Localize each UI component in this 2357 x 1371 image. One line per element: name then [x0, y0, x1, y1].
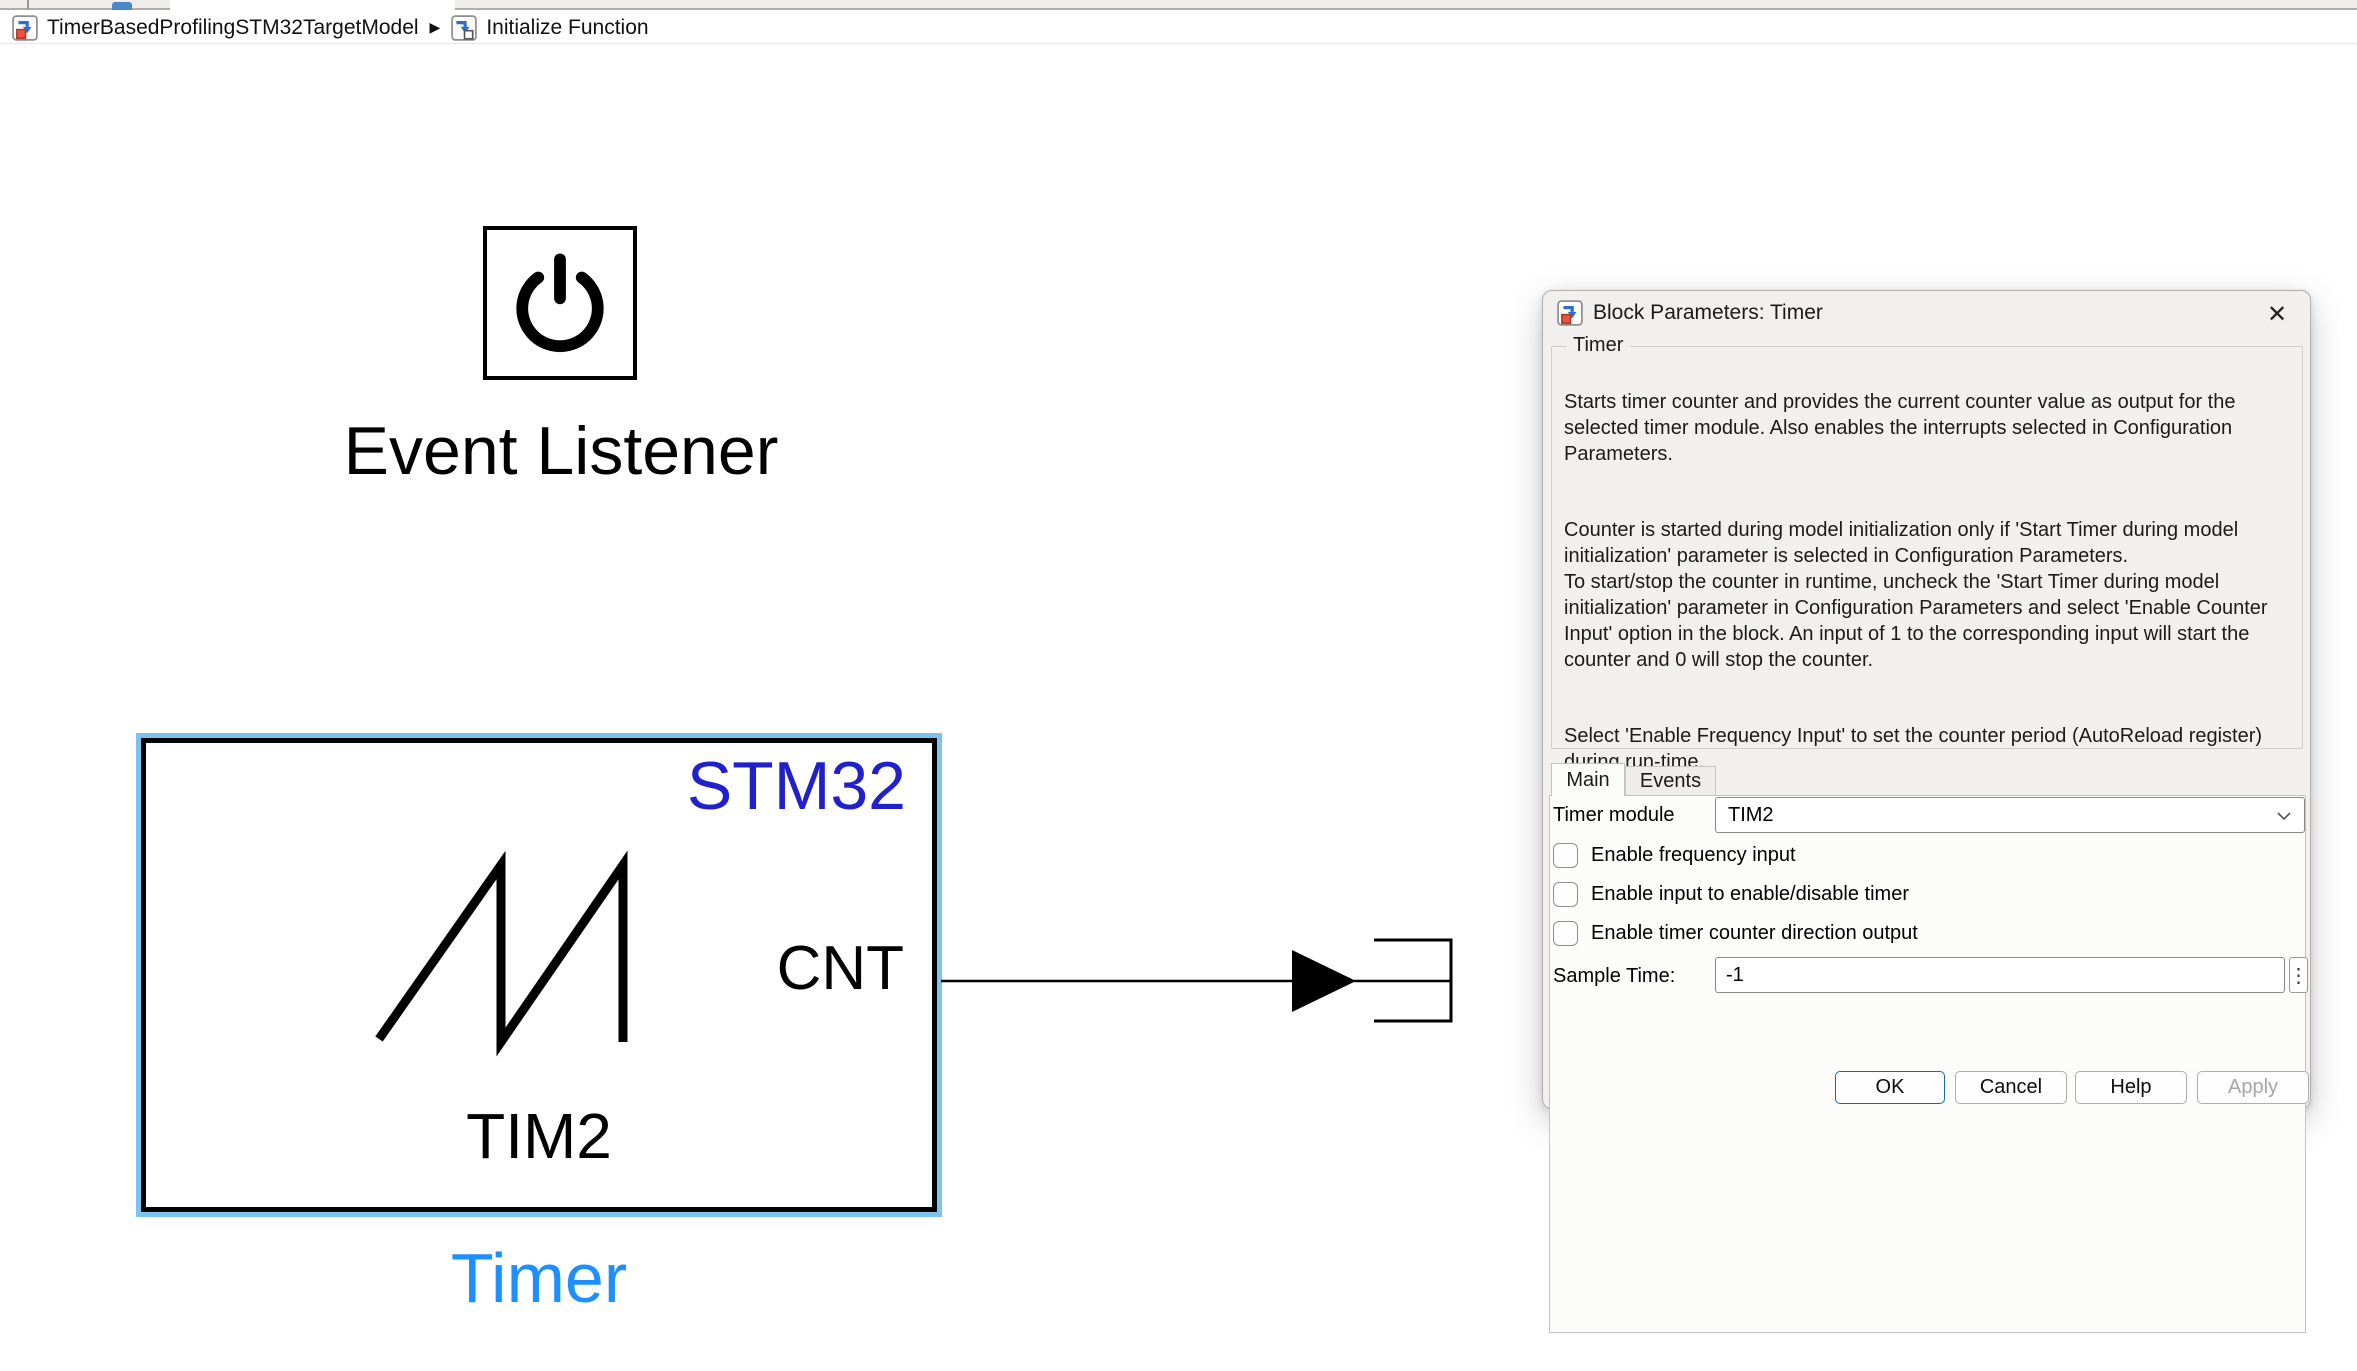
- event-listener-block[interactable]: [483, 226, 637, 380]
- toolbar-strip: [0, 0, 2357, 10]
- timer-block-caption[interactable]: Timer: [239, 1238, 839, 1318]
- power-icon: [501, 244, 619, 362]
- toolbar-divider: [27, 0, 29, 10]
- enable-input-enable-disable-label: Enable input to enable/disable timer: [1591, 883, 1909, 906]
- breadcrumb-item-model[interactable]: TimerBasedProfilingSTM32TargetModel: [12, 15, 419, 41]
- document-tab[interactable]: [170, 0, 455, 12]
- enable-input-enable-disable-checkbox[interactable]: [1553, 882, 1578, 907]
- timer-block-module-label: TIM2: [146, 1099, 932, 1173]
- timer-block-output-port-label: CNT: [777, 933, 904, 1004]
- sample-time-label: Sample Time:: [1553, 965, 1675, 988]
- close-icon[interactable]: ✕: [2260, 299, 2294, 329]
- main-tab-pane: [1549, 795, 2306, 1333]
- timer-block[interactable]: STM32 CNT TIM2: [141, 738, 937, 1212]
- enable-counter-direction-checkbox[interactable]: [1553, 921, 1578, 946]
- simulink-model-icon: [12, 15, 38, 41]
- signal-arrowhead-icon: [1292, 950, 1356, 1012]
- event-listener-caption: Event Listener: [261, 412, 861, 490]
- chevron-down-icon: [2276, 811, 2292, 821]
- enable-input-enable-disable-row: Enable input to enable/disable timer: [1553, 882, 1909, 907]
- timer-groupbox: Timer Starts timer counter and provides …: [1551, 346, 2303, 749]
- breadcrumb-separator-icon: ▶: [428, 19, 443, 36]
- sample-time-input[interactable]: -1: [1715, 957, 2285, 993]
- timer-groupbox-legend: Timer: [1566, 334, 1630, 357]
- description-paragraph: Starts timer counter and provides the cu…: [1564, 389, 2290, 467]
- enable-frequency-input-label: Enable frequency input: [1591, 844, 1796, 867]
- help-button[interactable]: Help: [2075, 1071, 2187, 1104]
- apply-button[interactable]: Apply: [2197, 1071, 2309, 1104]
- toolbar-mini-icon: [112, 2, 132, 10]
- tab-events[interactable]: Events: [1625, 766, 1716, 795]
- signal-line[interactable]: [941, 930, 1466, 1032]
- sample-time-options-button[interactable]: ⋮: [2289, 957, 2308, 993]
- sample-time-value: -1: [1726, 964, 1744, 987]
- description-paragraph: Counter is started during model initiali…: [1564, 517, 2290, 673]
- vertical-dots-icon: ⋮: [2289, 963, 2309, 988]
- breadcrumb: TimerBasedProfilingSTM32TargetModel ▶ In…: [0, 12, 2357, 44]
- breadcrumb-item-subsystem[interactable]: Initialize Function: [451, 15, 648, 41]
- dialog-titlebar[interactable]: Block Parameters: Timer ✕: [1543, 291, 2310, 335]
- simulink-subsystem-icon: [451, 15, 477, 41]
- simulink-editor: TimerBasedProfilingSTM32TargetModel ▶ In…: [0, 0, 2357, 1371]
- enable-counter-direction-row: Enable timer counter direction output: [1553, 921, 1918, 946]
- enable-frequency-input-row: Enable frequency input: [1553, 843, 1796, 868]
- timer-module-select[interactable]: TIM2: [1715, 797, 2305, 833]
- breadcrumb-subsystem-label[interactable]: Initialize Function: [486, 16, 648, 40]
- timer-module-value: TIM2: [1728, 804, 1774, 827]
- block-parameters-dialog: Block Parameters: Timer ✕ Timer Starts t…: [1542, 290, 2311, 1109]
- tab-main[interactable]: Main: [1551, 763, 1625, 796]
- cancel-button[interactable]: Cancel: [1955, 1071, 2067, 1104]
- breadcrumb-model-label[interactable]: TimerBasedProfilingSTM32TargetModel: [47, 16, 419, 40]
- dialog-button-row: OK Cancel Help Apply: [1543, 1071, 2310, 1104]
- dialog-title: Block Parameters: Timer: [1593, 301, 1823, 325]
- enable-frequency-input-checkbox[interactable]: [1553, 843, 1578, 868]
- timer-module-label: Timer module: [1553, 804, 1675, 827]
- ok-button[interactable]: OK: [1835, 1071, 1945, 1104]
- simulink-dialog-icon: [1557, 300, 1583, 326]
- enable-counter-direction-label: Enable timer counter direction output: [1591, 922, 1918, 945]
